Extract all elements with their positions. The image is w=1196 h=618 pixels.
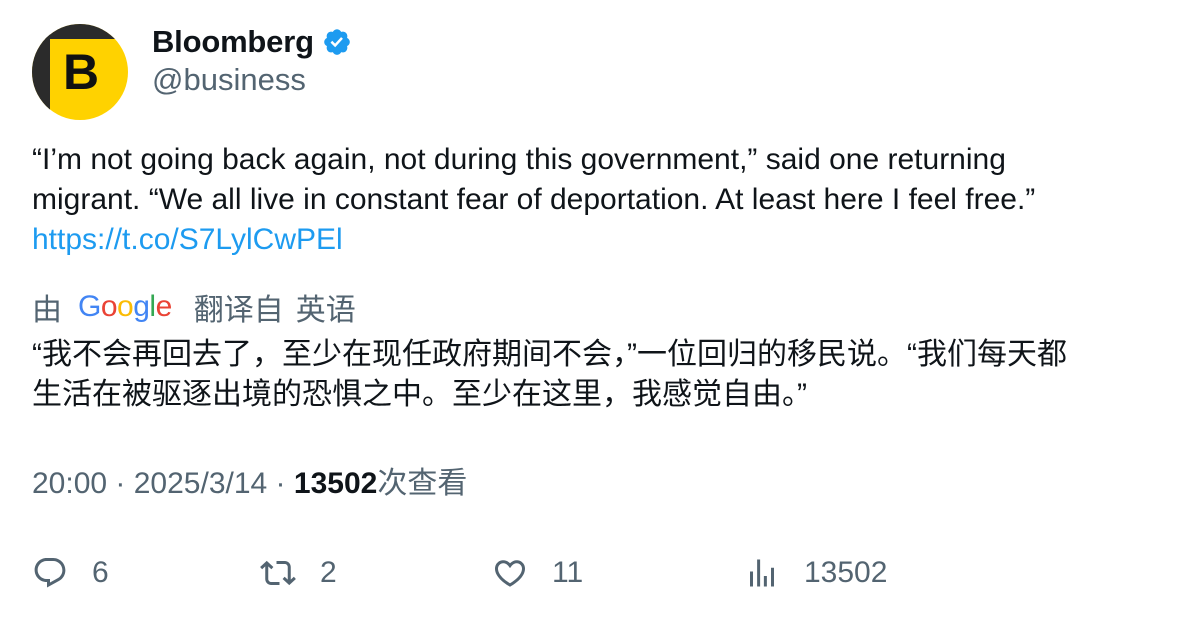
tweet-time[interactable]: 20:00 <box>32 467 107 500</box>
heart-icon <box>494 560 526 587</box>
verified-badge-icon[interactable] <box>322 27 352 57</box>
retweet-icon <box>260 560 296 586</box>
translation-attribution: 由 Google 翻译自 英语 <box>32 286 356 328</box>
tweet-card: B Bloomberg @business “I’m not going bac… <box>0 0 1196 618</box>
views-action-count: 13502 <box>804 556 888 589</box>
avatar-shade <box>32 24 50 120</box>
avatar[interactable]: B <box>32 24 128 120</box>
views-button[interactable]: 13502 <box>744 551 887 595</box>
tweet-text: “I’m not going back again, not during th… <box>32 143 1036 216</box>
tweet-link[interactable]: https://t.co/S7LylCwPEl <box>32 220 343 260</box>
like-button[interactable]: 11 <box>492 551 583 595</box>
translation-prefix: 由 <box>32 294 62 327</box>
reply-icon <box>34 558 66 588</box>
like-count: 11 <box>552 556 584 589</box>
author-name-row: Bloomberg <box>152 22 352 62</box>
translation-source-language: 英语 <box>295 294 356 327</box>
views-count: 13502 <box>293 467 378 500</box>
avatar-letter: B <box>63 44 100 100</box>
meta-separator: · <box>107 467 134 500</box>
tweet-date[interactable]: 2025/3/14 <box>134 467 267 500</box>
author-display-name[interactable]: Bloomberg <box>152 24 314 60</box>
tweet-meta: 20:00 · 2025/3/14 · 13502次查看 <box>32 464 467 504</box>
views-icon <box>750 559 774 587</box>
translated-text: “我不会再回去了，至少在现任政府期间不会，”一位回归的移民说。“我们每天都 生活… <box>32 338 1067 411</box>
retweet-button[interactable]: 2 <box>260 551 337 595</box>
action-bar: 6 2 11 13502 <box>32 551 1172 595</box>
author-handle[interactable]: @business <box>152 62 306 98</box>
translation-from-label: 翻译自 <box>193 294 284 327</box>
reply-button[interactable]: 6 <box>32 551 109 595</box>
retweet-count: 2 <box>320 556 337 589</box>
views-label: 次查看 <box>377 467 468 500</box>
reply-count: 6 <box>92 556 109 589</box>
meta-separator-2: · <box>267 467 294 500</box>
google-logo: Google <box>78 290 172 323</box>
